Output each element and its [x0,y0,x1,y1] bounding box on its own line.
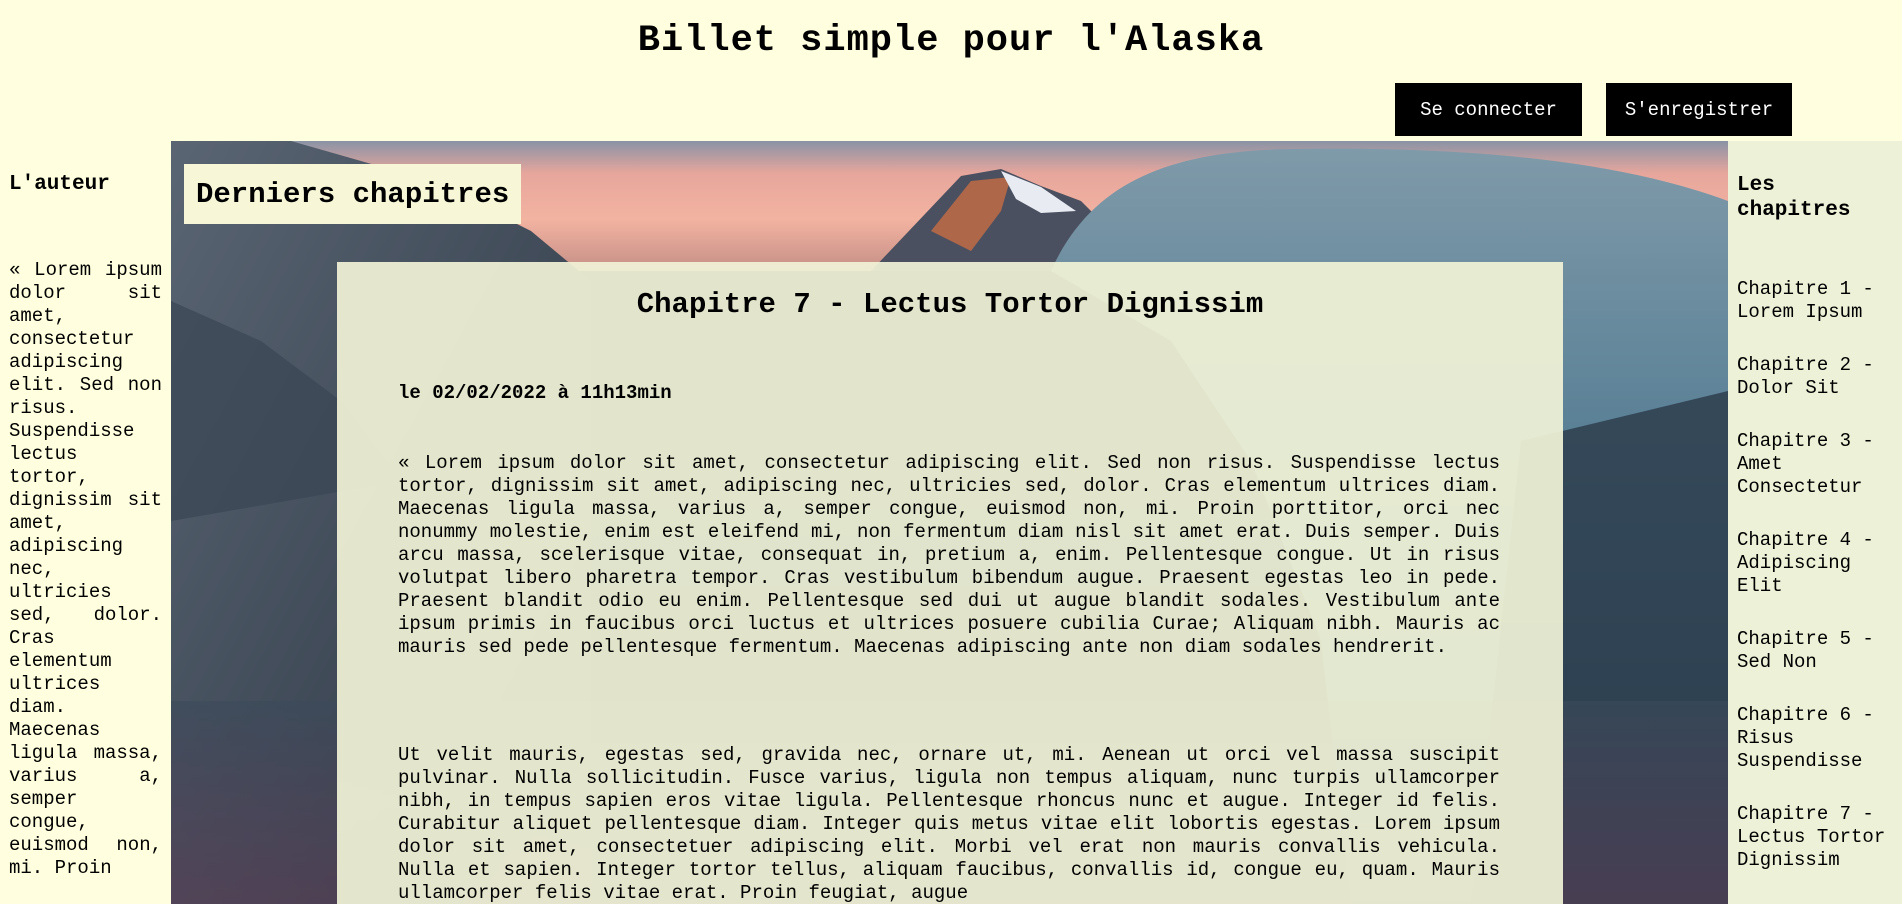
chapter-link-2[interactable]: Chapitre 2 - Dolor Sit [1737,354,1902,400]
chapters-heading: Les chapitres [1737,174,1851,222]
chapter-link-7[interactable]: Chapitre 7 - Lectus Tortor Dignissim [1737,803,1902,872]
chapter-date: le 02/02/2022 à 11h13min [398,382,672,404]
author-heading: L'auteur [9,173,110,196]
author-bio: « Lorem ipsum dolor sit amet, consectetu… [9,259,162,879]
chapter-link-3[interactable]: Chapitre 3 - Amet Consectetur [1737,430,1902,499]
chapter-title: Chapitre 7 - Lectus Tortor Dignissim [636,288,1264,321]
chapter-paragraph: « Lorem ipsum dolor sit amet, consectetu… [398,452,1500,658]
latest-chapters-heading: Derniers chapitres [184,164,522,224]
latest-chapter-card: Chapitre 7 - Lectus Tortor Dignissim le … [337,262,1563,904]
chapter-link-1[interactable]: Chapitre 1 - Lorem Ipsum [1737,278,1902,324]
author-sidebar: L'auteur « Lorem ipsum dolor sit amet, c… [0,141,171,904]
site-title: Billet simple pour l'Alaska [637,20,1265,62]
chapter-link-4[interactable]: Chapitre 4 - Adipiscing Elit [1737,529,1902,598]
site-header: Billet simple pour l'Alaska Se connecter… [0,0,1902,141]
chapter-paragraph: Ut velit mauris, egestas sed, gravida ne… [398,744,1500,904]
chapter-list: Chapitre 1 - Lorem Ipsum Chapitre 2 - Do… [1737,278,1902,902]
register-button[interactable]: S'enregistrer [1606,83,1792,136]
login-button[interactable]: Se connecter [1395,83,1582,136]
chapter-link-5[interactable]: Chapitre 5 - Sed Non [1737,628,1902,674]
chapter-link-6[interactable]: Chapitre 6 - Risus Suspendisse [1737,704,1902,773]
chapters-sidebar: Les chapitres Chapitre 1 - Lorem Ipsum C… [1728,141,1902,904]
